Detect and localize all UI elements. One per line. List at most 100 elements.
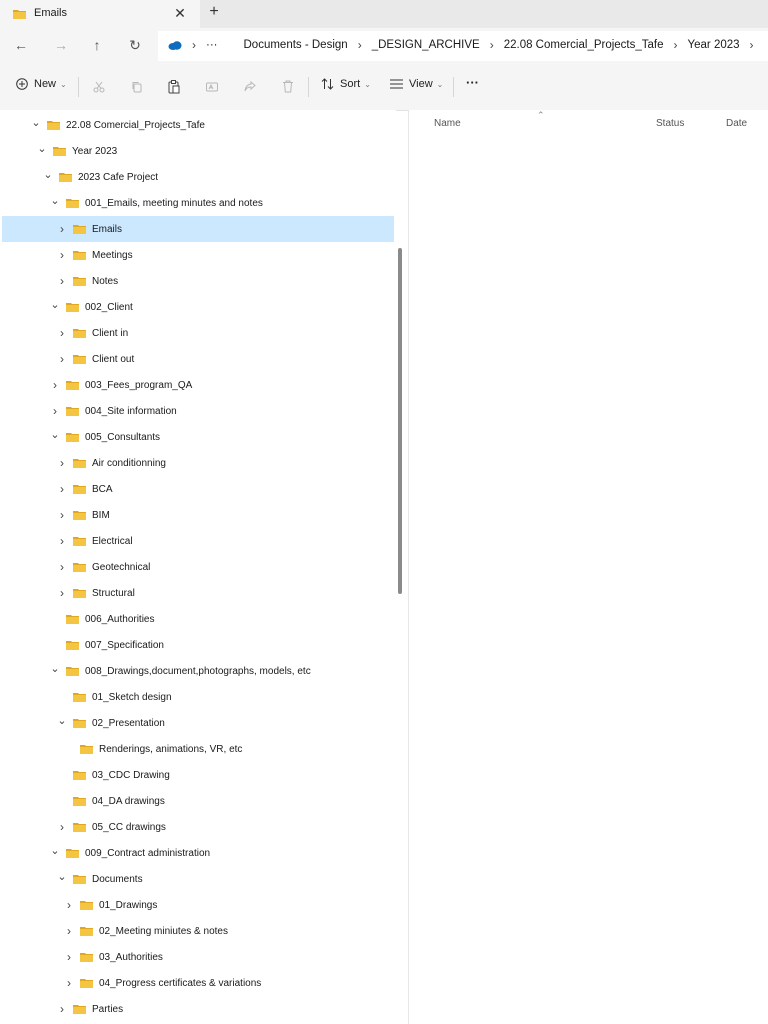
chevron-right-icon[interactable]: ›	[49, 404, 61, 418]
tree-item[interactable]: › 01_Drawings	[2, 892, 394, 918]
chevron-down-icon[interactable]: ⌄	[49, 428, 61, 441]
chevron-right-icon[interactable]: ›	[56, 326, 68, 340]
breadcrumb-item[interactable]: Year 2023	[688, 39, 740, 51]
breadcrumb[interactable]: › ··· › Documents - Design › _DESIGN_ARC…	[158, 31, 768, 61]
chevron-down-icon[interactable]: ⌄	[49, 662, 61, 675]
tree-item[interactable]: ›03_CDC Drawing	[2, 762, 394, 788]
tree-item[interactable]: › Structural	[2, 580, 394, 606]
chevron-down-icon[interactable]: ⌄	[30, 116, 42, 129]
chevron-right-icon[interactable]: ›	[63, 950, 75, 964]
chevron-right-icon[interactable]: ›	[63, 924, 75, 938]
view-list-icon	[390, 79, 403, 89]
tree-item[interactable]: › Air conditionning	[2, 450, 394, 476]
rename-icon[interactable]	[206, 81, 218, 93]
tree-item[interactable]: › 04_Progress certificates & variations	[2, 970, 394, 996]
new-button-label: New	[34, 78, 57, 90]
tree-item[interactable]: ⌄ 02_Presentation	[2, 710, 394, 736]
chevron-right-icon[interactable]: ›	[56, 222, 68, 236]
new-button[interactable]: New ⌄	[16, 78, 67, 90]
tree-item[interactable]: ›Renderings, animations, VR, etc	[2, 736, 394, 762]
chevron-right-icon[interactable]: ›	[56, 482, 68, 496]
chevron-down-icon: ⌄	[436, 79, 444, 89]
chevron-down-icon[interactable]: ⌄	[56, 714, 68, 727]
tree-item[interactable]: › Client out	[2, 346, 394, 372]
tab-emails[interactable]: Emails ✕	[0, 0, 200, 28]
tree-item[interactable]: › BIM	[2, 502, 394, 528]
breadcrumb-item[interactable]: _DESIGN_ARCHIVE	[372, 39, 480, 51]
new-tab-icon[interactable]: +	[205, 3, 223, 21]
chevron-right-icon[interactable]: ›	[49, 378, 61, 392]
paste-icon[interactable]	[168, 80, 180, 94]
chevron-down-icon: ⌄	[364, 79, 371, 89]
chevron-down-icon[interactable]: ⌄	[56, 870, 68, 883]
tree-item-label: Client in	[92, 327, 129, 339]
chevron-right-icon[interactable]: ›	[56, 1002, 68, 1016]
tree-item[interactable]: ›006_Authorities	[2, 606, 394, 632]
tree-item[interactable]: › Electrical	[2, 528, 394, 554]
tree-item[interactable]: › 004_Site information	[2, 398, 394, 424]
tree-item[interactable]: › Emails	[2, 216, 394, 242]
tree-item[interactable]: ›04_DA drawings	[2, 788, 394, 814]
tree-item[interactable]: ⌄ 001_Emails, meeting minutes and notes	[2, 190, 394, 216]
tree-item-label: Notes	[92, 275, 119, 287]
forward-arrow-icon[interactable]: →	[52, 37, 70, 53]
breadcrumb-item[interactable]: Documents - Design	[244, 39, 348, 51]
folder-icon	[73, 771, 86, 780]
chevron-right-icon[interactable]: ›	[63, 898, 75, 912]
view-button[interactable]: View ⌄	[390, 78, 443, 90]
chevron-right-icon[interactable]: ›	[56, 352, 68, 366]
tree-item[interactable]: › Client in	[2, 320, 394, 346]
chevron-right-icon[interactable]: ›	[56, 456, 68, 470]
column-header-date[interactable]: Date	[726, 118, 747, 129]
tree-item[interactable]: › Notes	[2, 268, 394, 294]
chevron-right-icon[interactable]: ›	[56, 560, 68, 574]
breadcrumb-overflow[interactable]: ···	[206, 39, 218, 51]
chevron-right-icon[interactable]: ›	[56, 508, 68, 522]
tree-item[interactable]: ⌄ 009_Contract administration	[2, 840, 394, 866]
chevron-down-icon[interactable]: ⌄	[49, 844, 61, 857]
copy-icon[interactable]	[131, 81, 143, 93]
chevron-right-icon[interactable]: ›	[56, 248, 68, 262]
column-header-status[interactable]: Status	[656, 118, 684, 129]
refresh-icon[interactable]: ↻	[126, 37, 144, 54]
chevron-down-icon[interactable]: ⌄	[42, 168, 54, 181]
tree-item[interactable]: ›01_Sketch design	[2, 684, 394, 710]
tree-item[interactable]: ⌄ Documents	[2, 866, 394, 892]
tree-item[interactable]: › 03_Authorities	[2, 944, 394, 970]
chevron-right-icon[interactable]: ›	[63, 976, 75, 990]
tree-item[interactable]: ⌄ 008_Drawings,document,photographs, mode…	[2, 658, 394, 684]
tree-item[interactable]: › 003_Fees_program_QA	[2, 372, 394, 398]
cut-icon[interactable]	[93, 81, 105, 93]
tree-item[interactable]: ⌄ 002_Client	[2, 294, 394, 320]
tree-item[interactable]: ⌄ Year 2023	[2, 138, 394, 164]
chevron-right-icon[interactable]: ›	[56, 534, 68, 548]
column-header-name[interactable]: Name	[434, 118, 461, 129]
share-icon[interactable]	[244, 81, 256, 93]
close-tab-icon[interactable]: ✕	[172, 5, 188, 22]
tree-item[interactable]: ⌄ 005_Consultants	[2, 424, 394, 450]
up-arrow-icon[interactable]: ↑	[88, 37, 106, 53]
tree-item[interactable]: ⌄ 2023 Cafe Project	[2, 164, 394, 190]
back-arrow-icon[interactable]: ←	[12, 37, 30, 53]
chevron-right-icon[interactable]: ›	[56, 586, 68, 600]
chevron-down-icon[interactable]: ⌄	[36, 142, 48, 155]
chevron-down-icon[interactable]: ⌄	[49, 194, 61, 207]
tree-item[interactable]: › Parties	[2, 996, 394, 1022]
chevron-right-icon[interactable]: ›	[56, 274, 68, 288]
delete-icon[interactable]	[282, 80, 294, 93]
tree-item[interactable]: › Geotechnical	[2, 554, 394, 580]
tree-item-label: 2023 Cafe Project	[78, 171, 159, 183]
tree-item[interactable]: › 02_Meeting miniutes & notes	[2, 918, 394, 944]
sort-button[interactable]: Sort ⌄	[321, 78, 371, 90]
chevron-right-icon[interactable]: ›	[56, 820, 68, 834]
tree-item[interactable]: › Meetings	[2, 242, 394, 268]
tree-item[interactable]: › BCA	[2, 476, 394, 502]
breadcrumb-item[interactable]: 22.08 Comercial_Projects_Tafe	[504, 39, 664, 51]
more-options-button[interactable]: ···	[466, 75, 479, 90]
chevron-down-icon[interactable]: ⌄	[49, 298, 61, 311]
tree-item[interactable]: ›007_Specification	[2, 632, 394, 658]
tree-item[interactable]: ⌄ 22.08 Comercial_Projects_Tafe	[2, 112, 394, 138]
tree-item[interactable]: › 05_CC drawings	[2, 814, 394, 840]
tree-scrollbar[interactable]	[398, 248, 402, 594]
tree-item-label: 01_Sketch design	[92, 691, 172, 703]
